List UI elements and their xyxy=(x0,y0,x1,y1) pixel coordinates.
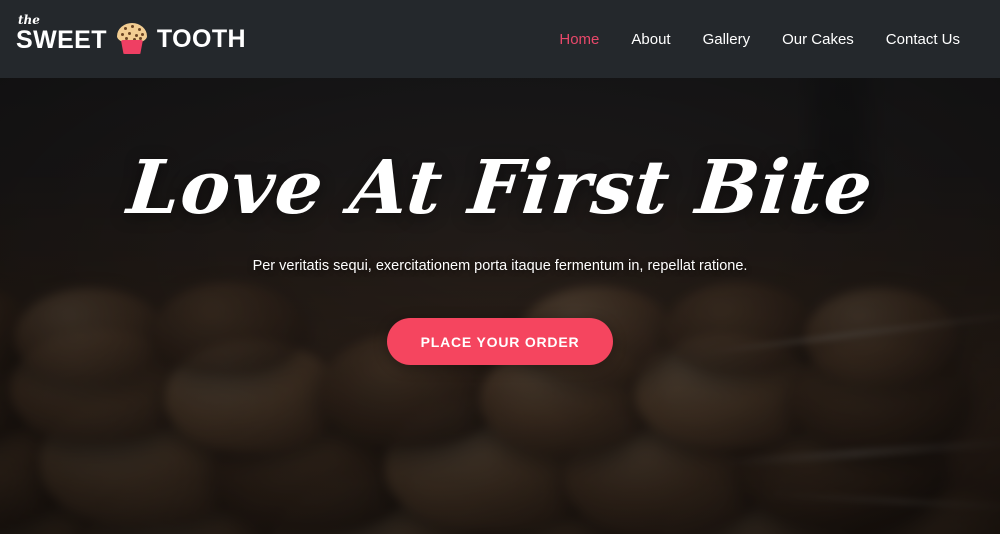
nav-item-gallery[interactable]: Gallery xyxy=(687,24,767,55)
landing-page: the SWEET TOOTH Home About Gallery Our C… xyxy=(0,0,1000,534)
logo-prefix: the xyxy=(18,12,40,27)
place-your-order-button[interactable]: PLACE YOUR ORDER xyxy=(386,318,614,366)
logo-word-sweet: SWEET xyxy=(16,25,107,54)
main-navigation: Home About Gallery Our Cakes Contact Us xyxy=(543,24,976,55)
nav-item-about[interactable]: About xyxy=(615,24,686,55)
hero-section: Love At First Bite Per veritatis sequi, … xyxy=(0,145,1000,366)
nav-item-contact-us[interactable]: Contact Us xyxy=(870,24,976,55)
hero-subtitle: Per veritatis sequi, exercitationem port… xyxy=(252,257,748,274)
hero-title: Love At First Bite xyxy=(123,145,877,231)
cupcake-icon xyxy=(115,22,149,56)
nav-item-home[interactable]: Home xyxy=(543,24,615,55)
logo-left-text: the SWEET xyxy=(16,14,107,54)
cupcake-base xyxy=(120,40,143,54)
nav-item-our-cakes[interactable]: Our Cakes xyxy=(766,24,870,55)
site-header: the SWEET TOOTH Home About Gallery Our C… xyxy=(0,0,1000,78)
site-logo[interactable]: the SWEET TOOTH xyxy=(16,14,246,56)
logo-word-tooth: TOOTH xyxy=(156,24,246,53)
